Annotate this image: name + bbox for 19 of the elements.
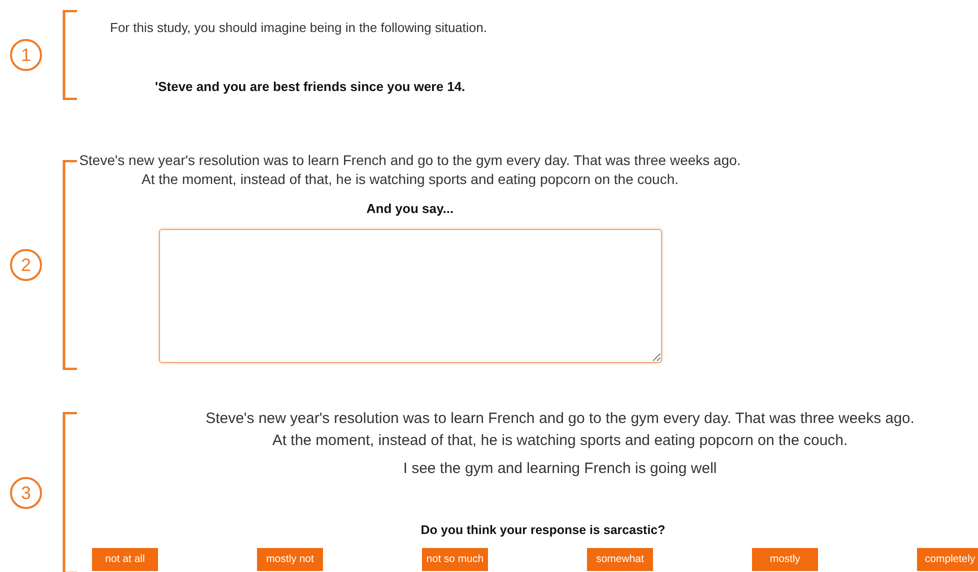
step-number: 2	[10, 249, 42, 281]
rating-button[interactable]: completely	[917, 548, 978, 572]
scenario-text: 'Steve and you are best friends since you were 14.	[155, 78, 466, 96]
intro-text: For this study, you should imagine being in the following situation.	[110, 19, 487, 37]
step-number: 3	[10, 477, 42, 509]
response-text: I see the gym and learning French is going well	[403, 459, 717, 479]
rating-button[interactable]: mostly not	[257, 548, 323, 572]
answer-box[interactable]	[158, 228, 662, 362]
prompt-text: And you say...	[366, 200, 454, 218]
rating-button[interactable]: mostly	[752, 548, 818, 572]
rating-button[interactable]: not at all	[92, 548, 158, 572]
step-number: 1	[10, 39, 42, 71]
context-text: At the moment, instead of that, he is watching sports and eating popcorn on the couch.	[142, 170, 678, 189]
context-text: At the moment, instead of that, he is watching sports and eating popcorn on the couch.	[272, 431, 848, 451]
rating-button[interactable]: somewhat	[587, 548, 653, 572]
context-text: Steve's new year's resolution was to learn French and go to the gym every day. That was three weeks ago.	[79, 151, 741, 170]
context-text: Steve's new year's resolution was to learn French and go to the gym every day. That was three weeks ago.	[206, 409, 914, 429]
rating-button[interactable]: not so much	[422, 548, 488, 572]
question-text: Do you think your response is sarcastic?	[420, 522, 666, 539]
